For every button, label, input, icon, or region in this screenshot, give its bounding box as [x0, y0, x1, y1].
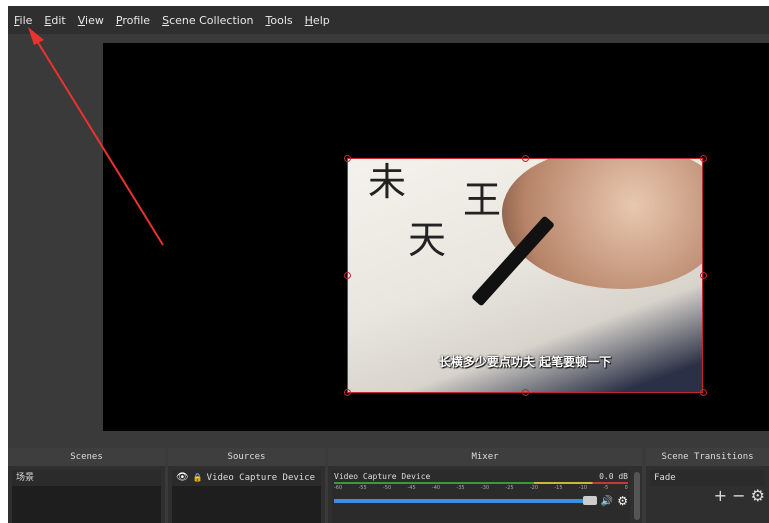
mixer-level: 0.0 dB: [599, 472, 628, 481]
meter-tick: -35: [456, 485, 465, 491]
calligraphy-char: 未: [368, 160, 407, 204]
sources-title: Sources: [168, 448, 325, 466]
eye-icon[interactable]: 👁: [176, 470, 189, 486]
menu-help[interactable]: Help: [305, 14, 330, 27]
speaker-icon[interactable]: 🔊: [601, 496, 613, 507]
meter-tick: -30: [480, 485, 490, 491]
video-capture-source[interactable]: 未 天 王 长横多少要点功夫 起笔要顿一下: [347, 158, 703, 393]
source-name: Video Capture Device: [206, 473, 316, 483]
meter-tick: -20: [529, 485, 539, 491]
remove-transition-button[interactable]: −: [732, 486, 745, 505]
scene-transitions-dock: Scene Transitions Fade + − ⚙: [646, 448, 769, 523]
calligraphy-char: 天: [408, 218, 447, 262]
meter-tick: -60: [334, 485, 343, 491]
obs-window: File Edit View Profile Scene Collection …: [8, 6, 769, 523]
resize-handle[interactable]: [522, 389, 529, 396]
meter-tick: -55: [358, 485, 367, 491]
resize-handle[interactable]: [344, 155, 351, 162]
menu-tools[interactable]: Tools: [266, 14, 293, 27]
mixer-scrollbar[interactable]: [634, 472, 640, 520]
resize-handle[interactable]: [700, 389, 707, 396]
menu-edit[interactable]: Edit: [44, 14, 65, 27]
scene-transitions-title: Scene Transitions: [646, 448, 769, 466]
menu-profile[interactable]: Profile: [116, 14, 150, 27]
mixer-channel-name: Video Capture Device: [334, 472, 431, 481]
menu-file[interactable]: File: [14, 14, 32, 27]
meter-tick: -25: [505, 485, 514, 491]
video-subtitle: 长横多少要点功夫 起笔要顿一下: [438, 355, 612, 369]
resize-handle[interactable]: [522, 155, 529, 162]
transition-gear-icon[interactable]: ⚙: [751, 486, 765, 505]
scenes-dock: Scenes 场景: [8, 448, 165, 523]
mixer-title: Mixer: [328, 448, 642, 466]
meter-tick: -40: [431, 485, 441, 491]
menu-bar: File Edit View Profile Scene Collection …: [8, 6, 769, 34]
meter-tick: -15: [554, 485, 563, 491]
scene-name: 场景: [16, 473, 35, 483]
resize-handle[interactable]: [344, 389, 351, 396]
meter-tick: -45: [407, 485, 416, 491]
menu-view[interactable]: View: [78, 14, 104, 27]
calligraphy-char: 王: [463, 178, 502, 222]
volume-meter: [334, 482, 628, 484]
lock-icon[interactable]: 🔒: [193, 470, 203, 486]
menu-scene-collection[interactable]: Scene Collection: [162, 14, 253, 27]
volume-slider[interactable]: [334, 496, 597, 505]
resize-handle[interactable]: [700, 272, 707, 279]
meter-tick: -50: [382, 485, 392, 491]
transition-value: Fade: [654, 473, 676, 483]
source-item[interactable]: 👁 🔒 Video Capture Device: [172, 470, 321, 486]
add-transition-button[interactable]: +: [714, 486, 727, 505]
resize-handle[interactable]: [344, 272, 351, 279]
scene-item[interactable]: 场景: [12, 470, 161, 486]
meter-tick: -10: [578, 485, 588, 491]
sources-dock: Sources 👁 🔒 Video Capture Device: [168, 448, 325, 523]
preview-canvas[interactable]: 未 天 王 长横多少要点功夫 起笔要顿一下: [103, 43, 769, 431]
meter-tick: -5: [603, 485, 609, 491]
meter-tick: 0: [624, 485, 628, 491]
mixer-dock: Mixer Video Capture Device 0.0 dB -60 -55…: [328, 448, 642, 523]
hand-image: [502, 159, 702, 289]
scenes-title: Scenes: [8, 448, 165, 466]
gear-icon[interactable]: ⚙: [617, 494, 628, 508]
transition-select[interactable]: Fade: [650, 470, 765, 486]
resize-handle[interactable]: [700, 155, 707, 162]
